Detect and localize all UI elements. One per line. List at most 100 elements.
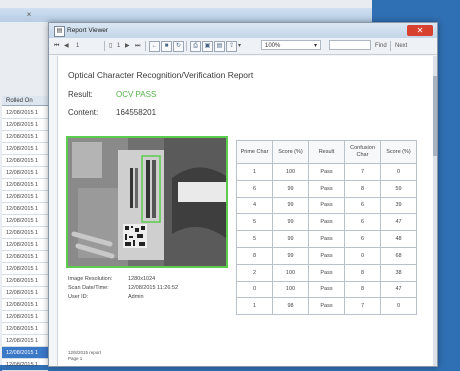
- background-list-row[interactable]: 12/08/2015 1: [2, 263, 48, 275]
- background-column-header[interactable]: Rolled On: [2, 96, 48, 106]
- table-row: 5 99 Pass 6 47: [236, 213, 417, 232]
- background-list-row[interactable]: 12/08/2015 1: [2, 323, 48, 335]
- background-titlebar: [0, 8, 372, 22]
- zoom-select[interactable]: 100% ▾: [261, 40, 321, 50]
- print-icon[interactable]: ⎙: [190, 41, 201, 52]
- scanned-label-image: [66, 136, 228, 268]
- table-cell: 59: [380, 179, 417, 198]
- table-cell: Pass: [308, 263, 345, 282]
- table-cell: 6: [344, 213, 381, 232]
- next-page-icon[interactable]: ▶: [125, 41, 130, 51]
- scrollbar-thumb[interactable]: [433, 76, 437, 156]
- table-cell: Pass: [308, 246, 345, 265]
- result-label: Result:: [68, 90, 93, 99]
- table-column-header: Score (%): [380, 140, 417, 164]
- background-list-row[interactable]: 12/08/2015 1: [2, 347, 48, 359]
- close-button[interactable]: ✕: [407, 25, 433, 36]
- table-column-header: Confusion Char: [344, 140, 381, 164]
- background-list-row[interactable]: 12/08/2015 1: [2, 287, 48, 299]
- table-cell: 6: [344, 230, 381, 248]
- background-list-row[interactable]: 12/08/2015 1: [2, 131, 48, 143]
- table-cell: Pass: [308, 196, 345, 215]
- toolbar: ⏮ ◀ 1 ▯ 1 ▶ ⏭ ← ■ ↻ ⎙ ▣ ▤ ⇪ ▾ 100% ▾ Fin…: [49, 38, 437, 55]
- background-list-row[interactable]: 12/08/2015 1: [2, 299, 48, 311]
- toolbar-separator: [390, 41, 391, 51]
- table-column-header: Result: [308, 140, 345, 164]
- table-row: 1 98 Pass 7 0: [236, 297, 417, 316]
- table-cell: 100: [272, 163, 309, 181]
- background-list-row[interactable]: 12/08/2015 1: [2, 215, 48, 227]
- table-cell: 7: [344, 297, 381, 316]
- find-button[interactable]: Find: [375, 41, 387, 51]
- page-total: 1: [117, 43, 121, 49]
- table-cell: 99: [272, 213, 309, 232]
- prev-page-icon[interactable]: ◀: [64, 41, 69, 51]
- table-cell: 7: [344, 163, 381, 181]
- export-icon[interactable]: ⇪: [226, 41, 237, 52]
- table-cell: 99: [272, 196, 309, 215]
- zoom-dropdown-icon: ▾: [313, 43, 317, 49]
- background-list-row[interactable]: 12/08/2015 1: [2, 359, 48, 371]
- export-dropdown-icon[interactable]: ▾: [238, 41, 241, 51]
- background-list-row[interactable]: 12/08/2015 1: [2, 167, 48, 179]
- background-list-row[interactable]: 12/08/2015 1: [2, 311, 48, 323]
- background-close-icon[interactable]: ×: [24, 10, 34, 19]
- results-table: Prime Char Score (%) Result Confusion Char S…: [236, 140, 417, 316]
- content-label: Content:: [68, 108, 99, 117]
- table-row: 1 100 Pass 7 0: [236, 163, 417, 181]
- stop-icon[interactable]: ■: [161, 41, 172, 52]
- background-list-row[interactable]: 12/08/2015 1: [2, 143, 48, 155]
- background-list-row[interactable]: 12/08/2015 1: [2, 119, 48, 131]
- table-cell: Pass: [308, 280, 345, 299]
- background-list-row[interactable]: 12/08/2015 1: [2, 239, 48, 251]
- table-cell: 38: [380, 263, 417, 282]
- page-current[interactable]: 1: [76, 41, 79, 51]
- toolbar-separator: [145, 41, 146, 51]
- background-list-row[interactable]: 12/08/2015 1: [2, 335, 48, 347]
- last-page-icon[interactable]: ⏭: [135, 41, 140, 51]
- print-layout-icon[interactable]: ▣: [202, 41, 213, 52]
- metadata-value: Admin: [128, 294, 144, 300]
- scanned-label-photo: [68, 138, 226, 266]
- table-cell: 8: [344, 263, 381, 282]
- table-cell: 0: [236, 280, 273, 299]
- table-header-row: Prime Char Score (%) Result Confusion Char S…: [236, 140, 417, 164]
- metadata-key: User ID:: [68, 294, 89, 300]
- background-list-row[interactable]: 12/08/2015 1: [2, 227, 48, 239]
- first-page-icon[interactable]: ⏮: [54, 41, 59, 51]
- background-list-row[interactable]: 12/08/2015 1: [2, 155, 48, 167]
- table-cell: 8: [344, 179, 381, 198]
- page-setup-icon[interactable]: ▤: [214, 41, 225, 52]
- metadata-value: 1280x1024: [128, 276, 156, 282]
- table-cell: Pass: [308, 297, 345, 316]
- table-row: 0 100 Pass 8 47: [236, 280, 417, 299]
- refresh-icon[interactable]: ↻: [173, 41, 184, 52]
- table-cell: 8: [344, 280, 381, 299]
- back-icon[interactable]: ←: [149, 41, 160, 52]
- background-list-row[interactable]: 12/08/2015 1: [2, 251, 48, 263]
- background-list-row[interactable]: 12/08/2015 1: [2, 107, 48, 119]
- table-cell: 99: [272, 246, 309, 265]
- table-cell: Pass: [308, 179, 345, 198]
- window-title: Report Viewer: [67, 27, 109, 34]
- table-cell: 39: [380, 196, 417, 215]
- table-cell: 98: [272, 297, 309, 316]
- table-cell: 99: [272, 230, 309, 248]
- vertical-scrollbar[interactable]: [433, 56, 437, 366]
- metadata-key: Scan Date/Time:: [68, 285, 109, 291]
- table-cell: 100: [272, 263, 309, 282]
- table-cell: 8: [236, 246, 273, 265]
- background-list-row[interactable]: 12/08/2015 1: [2, 203, 48, 215]
- background-list-row[interactable]: 12/08/2015 1: [2, 179, 48, 191]
- window-titlebar: ▤ Report Viewer ✕: [49, 23, 437, 38]
- background-list-row[interactable]: 12/08/2015 1: [2, 275, 48, 287]
- table-row: 5 99 Pass 6 48: [236, 230, 417, 248]
- table-cell: 0: [380, 163, 417, 181]
- table-cell: 47: [380, 280, 417, 299]
- find-input[interactable]: [329, 40, 371, 50]
- table-cell: 99: [272, 179, 309, 198]
- toolbar-separator: [186, 41, 187, 51]
- next-button[interactable]: Next: [395, 41, 407, 51]
- report-footer: 12/8/2015 report Page 1: [68, 350, 101, 362]
- background-list-row[interactable]: 12/08/2015 1: [2, 191, 48, 203]
